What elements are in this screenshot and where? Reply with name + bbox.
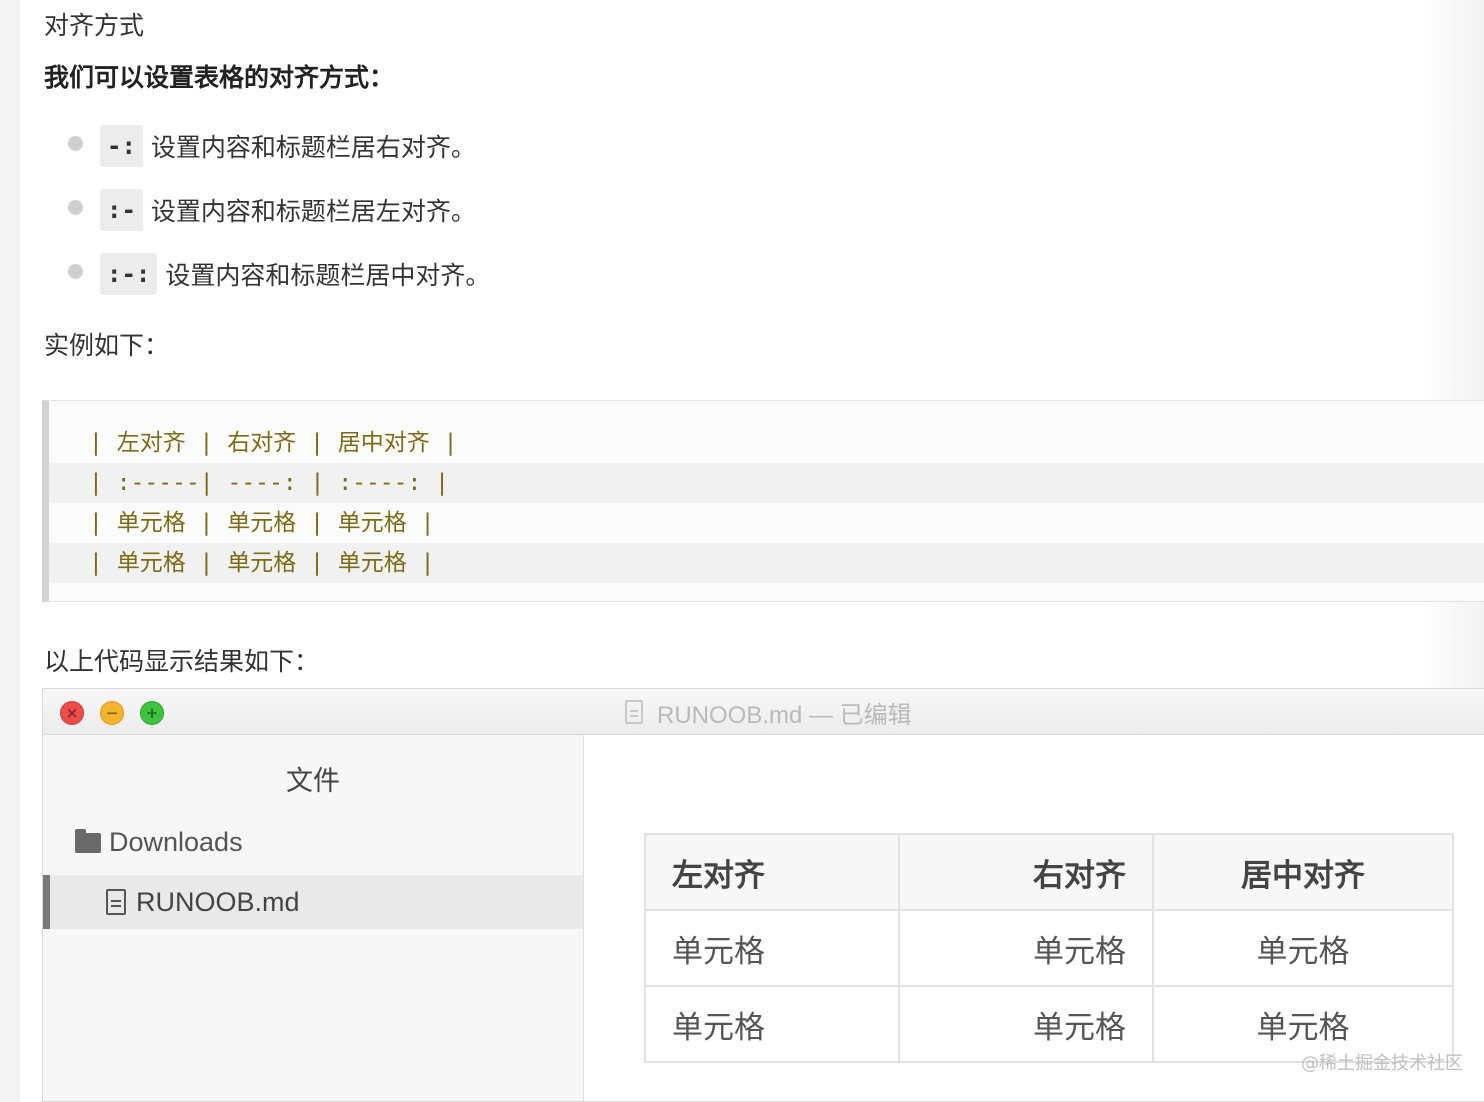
result-label: 以上代码显示结果如下： (44, 647, 320, 676)
file-icon (106, 889, 126, 915)
folder-label: Downloads (109, 827, 243, 857)
example-label: 实例如下： (44, 331, 170, 360)
code-line: | 左对齐 | 右对齐 | 居中对齐 | (89, 430, 458, 456)
window-title: RUNOOB.md — 已编辑 (625, 697, 912, 729)
markdown-preview: 左对齐 右对齐 居中对齐 单元格 单元格 单元格 单元格 单元格 单元格 @稀土… (584, 735, 1484, 1101)
table-cell: 单元格 (1152, 909, 1454, 987)
header-left-align: 左对齐 (644, 833, 900, 911)
sidebar-header: 文件 (286, 766, 340, 797)
bullet-text: 设置内容和标题栏居中对齐。 (165, 261, 491, 290)
watermark: @稀土掘金技术社区 (1301, 1053, 1463, 1074)
file-sidebar: 文件 Downloads RUNOOB.md (43, 735, 584, 1101)
zoom-window-button[interactable]: + (140, 701, 164, 725)
bullet-item-right-align: -: 设置内容和标题栏居右对齐。 (68, 124, 476, 168)
bullet-item-center-align: :-: 设置内容和标题栏居中对齐。 (68, 252, 490, 296)
code-line: | :-----| ----: | :----: | (49, 463, 1484, 503)
sidebar-folder-downloads[interactable]: Downloads (75, 827, 243, 858)
bullet-text: 设置内容和标题栏居左对齐。 (150, 197, 476, 226)
table-cell: 单元格 (898, 909, 1154, 987)
inline-code: :- (100, 189, 143, 231)
bullet-item-left-align: :- 设置内容和标题栏居左对齐。 (68, 188, 476, 232)
editor-window-screenshot: × − + RUNOOB.md — 已编辑 文件 Downloads RUNOO… (42, 688, 1484, 1102)
inline-code: -: (100, 125, 143, 167)
bullet-dot-icon (68, 199, 83, 215)
window-titlebar: × − + RUNOOB.md — 已编辑 (43, 689, 1484, 735)
minimize-icon: − (105, 704, 119, 722)
minimize-window-button[interactable]: − (100, 701, 124, 725)
section-title: 对齐方式 (44, 11, 145, 40)
table-cell: 单元格 (898, 985, 1154, 1063)
code-block: | 左对齐 | 右对齐 | 居中对齐 | | :-----| ----: | :… (42, 400, 1484, 602)
close-window-button[interactable]: × (60, 701, 84, 725)
table-cell: 单元格 (644, 909, 900, 987)
table-header-row: 左对齐 右对齐 居中对齐 (644, 833, 1454, 911)
close-icon: × (65, 704, 79, 722)
article-page: 对齐方式 我们可以设置表格的对齐方式： -: 设置内容和标题栏居右对齐。 :- … (20, 0, 1484, 1102)
intro-text: 我们可以设置表格的对齐方式： (44, 63, 395, 92)
header-right-align: 右对齐 (898, 833, 1154, 911)
sidebar-file-runoob[interactable]: RUNOOB.md (43, 875, 583, 929)
bullet-dot-icon (68, 135, 83, 151)
document-icon (625, 700, 643, 724)
bullet-dot-icon (68, 263, 83, 279)
code-line: | 单元格 | 单元格 | 单元格 | (49, 543, 1484, 583)
table-row: 单元格 单元格 单元格 (644, 909, 1454, 987)
bullet-text: 设置内容和标题栏居右对齐。 (150, 133, 476, 162)
file-label: RUNOOB.md (136, 886, 300, 917)
table-cell: 单元格 (644, 985, 900, 1063)
header-center-align: 居中对齐 (1152, 833, 1454, 911)
zoom-icon: + (145, 704, 159, 722)
rendered-table: 左对齐 右对齐 居中对齐 单元格 单元格 单元格 单元格 单元格 单元格 (644, 833, 1454, 1063)
code-line: | 单元格 | 单元格 | 单元格 | (89, 510, 435, 536)
folder-icon (75, 828, 101, 853)
inline-code: :-: (100, 253, 158, 295)
window-title-text: RUNOOB.md — 已编辑 (657, 701, 912, 729)
